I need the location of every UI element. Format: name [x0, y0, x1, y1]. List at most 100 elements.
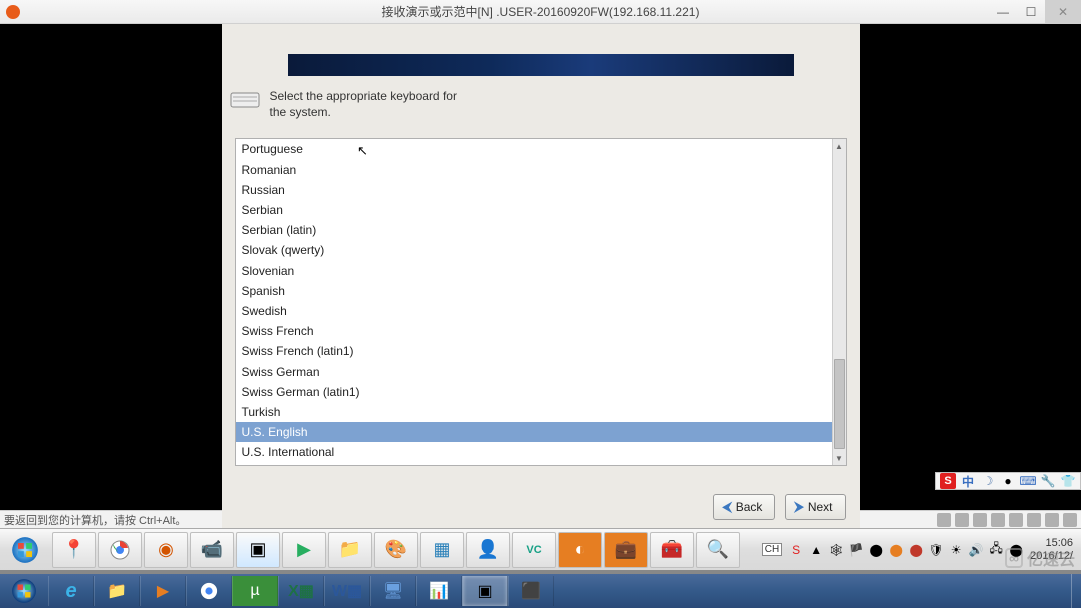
host-pinned-apps: e 📁 ▶ µ X▦ W▦ 🖥 📊 ▣ ⬛ — [48, 576, 554, 606]
keyboard-option[interactable]: U.S. English — [236, 422, 832, 442]
ime-softkeyboard-icon[interactable]: ⌨ — [1020, 473, 1036, 489]
chrome-icon[interactable] — [98, 532, 142, 568]
keyboard-option[interactable]: Swiss German (latin1) — [236, 382, 832, 402]
guest-task-icons: 📍 ◉ 📹 ▣ ▶ 📁 🎨 ▦ 👤 VC ◐ 💼 🧰 🔍 — [52, 532, 740, 568]
host-app-icon[interactable]: 🖥 — [370, 576, 416, 606]
device-icon[interactable] — [1045, 513, 1059, 527]
maximize-button[interactable]: ☐ — [1017, 0, 1045, 24]
tray-icon[interactable]: ☀ — [948, 542, 964, 558]
host-tray — [1071, 574, 1081, 608]
vnc-icon[interactable]: VC — [512, 532, 556, 568]
prompt-text: Select the appropriate keyboard for the … — [270, 88, 457, 120]
tray-flag-icon[interactable]: 🏴 — [848, 542, 864, 558]
keyboard-option[interactable]: Ukrainian — [236, 463, 832, 466]
device-icon[interactable] — [1027, 513, 1041, 527]
taskbar-app-icon[interactable]: 💼 — [604, 532, 648, 568]
keyboard-option[interactable]: Romanian — [236, 160, 832, 180]
vmware-player-icon[interactable]: ▣ — [462, 576, 508, 606]
listbox-scrollbar[interactable]: ▲ ▼ — [832, 139, 846, 465]
volume-icon[interactable]: 🔊 — [968, 542, 984, 558]
taskbar-app-icon[interactable]: ▦ — [420, 532, 464, 568]
tray-icon[interactable]: S — [788, 542, 804, 558]
foxit-icon[interactable]: ◐ — [558, 532, 602, 568]
keyboard-option[interactable]: Russian — [236, 180, 832, 200]
vmware-hint-text: 要返回到您的计算机，请按 Ctrl+Alt。 — [4, 512, 186, 528]
tray-icon[interactable]: ⬤ — [868, 542, 884, 558]
host-taskbar[interactable]: e 📁 ▶ µ X▦ W▦ 🖥 📊 ▣ ⬛ — [0, 574, 1081, 608]
tray-icon[interactable]: 🛡 — [928, 542, 944, 558]
keyboard-option[interactable]: U.S. International — [236, 442, 832, 462]
vmware-icon[interactable]: ▣ — [236, 532, 280, 568]
keyboard-option[interactable]: Swiss German — [236, 362, 832, 382]
taskbar-app-icon[interactable]: ◉ — [144, 532, 188, 568]
ime-skin-icon[interactable]: 👕 — [1060, 473, 1076, 489]
prompt-row: Select the appropriate keyboard for the … — [222, 88, 860, 120]
ime-settings-icon[interactable]: 🔧 — [1040, 473, 1056, 489]
taskbar-app-icon[interactable]: 👤 — [466, 532, 510, 568]
scroll-thumb[interactable] — [834, 359, 845, 449]
tray-icon[interactable]: 🕸 — [828, 542, 844, 558]
explorer-icon[interactable]: 📁 — [94, 576, 140, 606]
keyboard-option[interactable]: Swedish — [236, 301, 832, 321]
tray-icon[interactable]: ⬤ — [888, 542, 904, 558]
tray-icon-group: S ▲ 🕸 🏴 ⬤ ⬤ ⬤ 🛡 ☀ 🔊 🖧 ⬤ — [788, 542, 1024, 558]
keyboard-option[interactable]: Turkish — [236, 402, 832, 422]
keyboard-list-inner[interactable]: PortugueseRomanianRussianSerbianSerbian … — [236, 139, 832, 465]
guest-start-button[interactable] — [4, 533, 46, 567]
ime-lang-icon[interactable]: 中 — [960, 473, 976, 489]
excel-icon[interactable]: X▦ — [278, 576, 324, 606]
device-icon[interactable] — [1063, 513, 1077, 527]
device-icon[interactable] — [973, 513, 987, 527]
chrome-icon[interactable] — [186, 576, 232, 606]
installer-banner — [288, 54, 794, 76]
host-start-button[interactable] — [2, 576, 46, 606]
utorrent-icon[interactable]: µ — [232, 576, 278, 606]
keyboard-option[interactable]: Serbian — [236, 200, 832, 220]
taskbar-app-icon[interactable]: 📍 — [52, 532, 96, 568]
back-button[interactable]: ⮜ Back — [713, 494, 775, 520]
device-icon[interactable] — [991, 513, 1005, 527]
keyboard-option[interactable]: Spanish — [236, 281, 832, 301]
keyboard-option[interactable]: Slovak (qwerty) — [236, 240, 832, 260]
ime-moon-icon[interactable]: ☽ — [980, 473, 996, 489]
device-icon[interactable] — [937, 513, 951, 527]
scroll-down-button[interactable]: ▼ — [833, 451, 846, 465]
ime-toolbar[interactable]: S 中 ☽ ● ⌨ 🔧 👕 — [935, 472, 1081, 490]
device-icon[interactable] — [1009, 513, 1023, 527]
device-icon[interactable] — [955, 513, 969, 527]
vmware-status-icons — [937, 513, 1077, 527]
taskbar-app-icon[interactable]: ▶ — [282, 532, 326, 568]
keyboard-icon — [230, 88, 260, 113]
sogou-icon[interactable]: S — [940, 473, 956, 489]
arrow-right-icon: ⮞ — [794, 499, 803, 515]
show-desktop-button[interactable] — [1071, 574, 1081, 608]
host-app-icon[interactable]: ⬛ — [508, 576, 554, 606]
tray-icon[interactable]: ⬤ — [908, 542, 924, 558]
keyboard-option[interactable]: Swiss French — [236, 321, 832, 341]
taskbar-app-icon[interactable]: 🧰 — [650, 532, 694, 568]
minimize-button[interactable]: — — [989, 0, 1017, 24]
ie-icon[interactable]: e — [48, 576, 94, 606]
wmp-icon[interactable]: ▶ — [140, 576, 186, 606]
explorer-icon[interactable]: 📁 — [328, 532, 372, 568]
host-app-icon[interactable]: 📊 — [416, 576, 462, 606]
network-icon[interactable]: 🖧 — [988, 542, 1004, 558]
word-icon[interactable]: W▦ — [324, 576, 370, 606]
keyboard-option[interactable]: Slovenian — [236, 261, 832, 281]
taskbar-app-icon[interactable]: 🎨 — [374, 532, 418, 568]
ime-punct-icon[interactable]: ● — [1000, 473, 1016, 489]
lang-indicator[interactable]: CH — [762, 543, 782, 556]
next-button[interactable]: ⮞ Next — [785, 494, 845, 520]
taskbar-app-icon[interactable]: 🔍 — [696, 532, 740, 568]
tray-icon[interactable]: ▲ — [808, 542, 824, 558]
keyboard-listbox[interactable]: PortugueseRomanianRussianSerbianSerbian … — [235, 138, 847, 466]
watermark-text: 亿速云 — [1027, 546, 1075, 570]
guest-taskbar[interactable]: 📍 ◉ 📹 ▣ ▶ 📁 🎨 ▦ 👤 VC ◐ 💼 🧰 🔍 CH S ▲ 🕸 🏴 … — [0, 528, 1081, 570]
keyboard-option[interactable]: Swiss French (latin1) — [236, 341, 832, 361]
next-label: Next — [808, 500, 833, 514]
keyboard-option[interactable]: Serbian (latin) — [236, 220, 832, 240]
scroll-up-button[interactable]: ▲ — [833, 139, 846, 153]
close-button[interactable]: ✕ — [1045, 0, 1081, 24]
taskbar-app-icon[interactable]: 📹 — [190, 532, 234, 568]
keyboard-option[interactable]: Portuguese — [236, 139, 832, 159]
